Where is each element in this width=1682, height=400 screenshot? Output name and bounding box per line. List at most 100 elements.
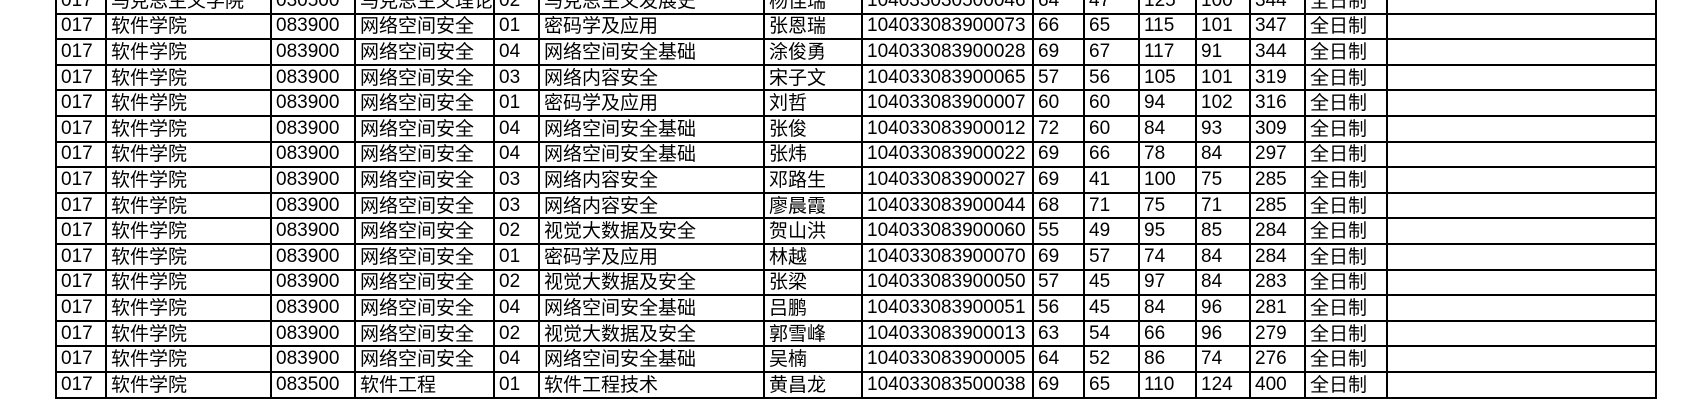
remarks-cell [1386,166,1658,194]
direction-code-cell: 04 [493,38,541,66]
total-score-cell: 344 [1249,0,1307,15]
direction-name-cell: 密码学及应用 [538,89,766,117]
total-score-cell: 347 [1249,12,1307,41]
politics-score-cell: 56 [1032,294,1086,322]
foreign-language-score-cell: 52 [1083,345,1141,373]
subject1-score-cell: 125 [1138,0,1198,15]
subject2-score-cell: 84 [1195,242,1252,271]
study-mode-cell: 全日制 [1304,370,1389,399]
total-score-cell: 276 [1249,345,1307,373]
student-name-cell: 贺山洪 [763,217,864,245]
college-code-cell: 017 [55,242,107,271]
direction-code-cell: 01 [493,12,541,41]
study-mode-cell: 全日制 [1304,319,1389,348]
college-name-cell: 软件学院 [105,345,272,373]
college-name-cell: 马克思主义学院 [105,0,272,15]
politics-score-cell: 72 [1032,114,1086,143]
exam-number-cell: 104033083900022 [861,140,1035,169]
table-row: 017 软件学院 083900 网络空间安全 04 网络空间安全基础 张炜 104033083… [55,140,1658,169]
student-name-cell: 张恩瑞 [763,12,864,41]
college-code-cell: 017 [55,294,107,322]
student-name-cell: 廖晨霞 [763,191,864,220]
subject1-score-cell: 66 [1138,319,1198,348]
college-name-cell: 软件学院 [105,294,272,322]
foreign-language-score-cell: 65 [1083,12,1141,41]
exam-number-cell: 104033083900005 [861,345,1035,373]
college-code-cell: 017 [55,63,107,92]
study-mode-cell: 全日制 [1304,166,1389,194]
subject2-score-cell: 84 [1195,140,1252,169]
direction-code-cell: 02 [493,268,541,297]
subject1-score-cell: 74 [1138,242,1198,271]
major-code-cell: 083900 [270,191,356,220]
foreign-language-score-cell: 54 [1083,319,1141,348]
table-row: 017 软件学院 083900 网络空间安全 04 网络空间安全基础 涂俊勇 10403308… [55,38,1658,66]
politics-score-cell: 69 [1032,370,1086,399]
politics-score-cell: 63 [1032,319,1086,348]
major-name-cell: 网络空间安全 [353,38,496,66]
subject2-score-cell: 124 [1195,370,1252,399]
direction-code-cell: 02 [493,0,541,15]
college-name-cell: 软件学院 [105,114,272,143]
remarks-cell [1386,191,1658,220]
subject1-score-cell: 97 [1138,268,1198,297]
politics-score-cell: 64 [1032,0,1086,15]
study-mode-cell: 全日制 [1304,38,1389,66]
major-code-cell: 083900 [270,38,356,66]
major-code-cell: 083900 [270,140,356,169]
politics-score-cell: 69 [1032,166,1086,194]
major-code-cell: 083900 [270,217,356,245]
major-name-cell: 网络空间安全 [353,217,496,245]
major-name-cell: 网络空间安全 [353,89,496,117]
study-mode-cell: 全日制 [1304,140,1389,169]
major-name-cell: 软件工程 [353,370,496,399]
remarks-cell [1386,0,1658,15]
table-row: 017 软件学院 083900 网络空间安全 02 视觉大数据及安全 张梁 104033083… [55,268,1658,297]
table-row: 017 软件学院 083900 网络空间安全 03 网络内容安全 廖晨霞 1040330839… [55,191,1658,220]
direction-name-cell: 网络空间安全基础 [538,114,766,143]
total-score-cell: 285 [1249,191,1307,220]
politics-score-cell: 60 [1032,89,1086,117]
exam-number-cell: 104033030500046 [861,0,1035,15]
direction-code-cell: 03 [493,166,541,194]
college-name-cell: 软件学院 [105,166,272,194]
total-score-cell: 281 [1249,294,1307,322]
exam-number-cell: 104033083900027 [861,166,1035,194]
admission-score-table: 017 马克思主义学院 030500 马克思主义理论 02 马克思主义发展史 杨佳瑞 1040… [55,0,1658,399]
direction-code-cell: 01 [493,242,541,271]
major-name-cell: 网络空间安全 [353,319,496,348]
table-body: 017 马克思主义学院 030500 马克思主义理论 02 马克思主义发展史 杨佳瑞 1040… [55,0,1658,399]
total-score-cell: 284 [1249,217,1307,245]
politics-score-cell: 69 [1032,242,1086,271]
exam-number-cell: 104033083900013 [861,319,1035,348]
direction-name-cell: 密码学及应用 [538,12,766,41]
total-score-cell: 319 [1249,63,1307,92]
college-code-cell: 017 [55,89,107,117]
table-row: 017 软件学院 083900 网络空间安全 01 密码学及应用 刘哲 10403308390… [55,89,1658,117]
major-code-cell: 083500 [270,370,356,399]
college-name-cell: 软件学院 [105,268,272,297]
major-name-cell: 网络空间安全 [353,268,496,297]
direction-name-cell: 网络内容安全 [538,166,766,194]
foreign-language-score-cell: 56 [1083,63,1141,92]
college-code-cell: 017 [55,12,107,41]
direction-code-cell: 02 [493,217,541,245]
subject1-score-cell: 117 [1138,38,1198,66]
college-code-cell: 017 [55,0,107,15]
subject1-score-cell: 105 [1138,63,1198,92]
remarks-cell [1386,89,1658,117]
total-score-cell: 283 [1249,268,1307,297]
remarks-cell [1386,63,1658,92]
total-score-cell: 309 [1249,114,1307,143]
subject2-score-cell: 102 [1195,89,1252,117]
table-row: 017 马克思主义学院 030500 马克思主义理论 02 马克思主义发展史 杨佳瑞 1040… [55,0,1658,15]
subject2-score-cell: 74 [1195,345,1252,373]
table-row: 017 软件学院 083500 软件工程 01 软件工程技术 黄昌龙 104033083500… [55,370,1658,399]
direction-code-cell: 03 [493,191,541,220]
major-code-cell: 083900 [270,114,356,143]
table-row: 017 软件学院 083900 网络空间安全 01 密码学及应用 林越 10403308390… [55,242,1658,271]
remarks-cell [1386,12,1658,41]
foreign-language-score-cell: 67 [1083,38,1141,66]
exam-number-cell: 104033083900060 [861,217,1035,245]
college-code-cell: 017 [55,140,107,169]
